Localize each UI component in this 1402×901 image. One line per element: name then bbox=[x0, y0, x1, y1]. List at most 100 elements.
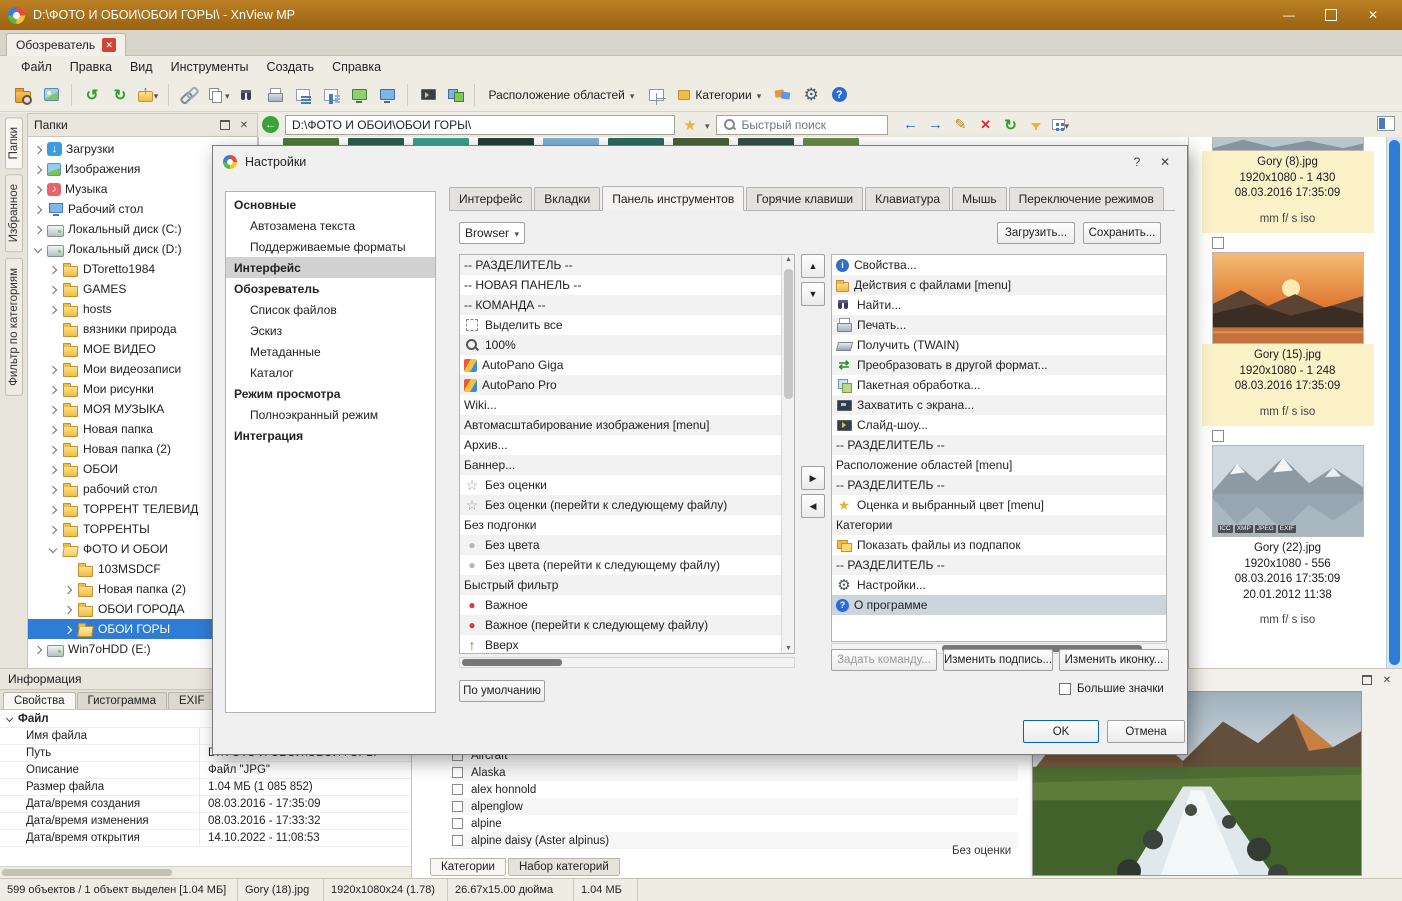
scrollbar-thumb[interactable] bbox=[784, 269, 793, 399]
settings-nav-режим-просмотра[interactable]: Режим просмотра bbox=[226, 383, 435, 404]
category-checkbox[interactable] bbox=[452, 767, 463, 778]
chevron-right-icon[interactable] bbox=[47, 424, 58, 435]
pin-icon[interactable] bbox=[218, 118, 232, 132]
big-icons-checkbox[interactable]: Большие значки bbox=[1059, 683, 1164, 695]
command-item[interactable]: -- РАЗДЕЛИТЕЛЬ -- bbox=[832, 555, 1166, 575]
chevron-right-icon[interactable] bbox=[62, 584, 73, 595]
command-item[interactable]: Оценка и выбранный цвет [menu] bbox=[832, 495, 1166, 515]
tab-browser[interactable]: Обозреватель bbox=[6, 33, 127, 56]
set-command-button[interactable]: Задать команду... bbox=[831, 649, 937, 671]
chevron-right-icon[interactable] bbox=[47, 504, 58, 515]
chevron-right-icon[interactable] bbox=[47, 364, 58, 375]
chevron-right-icon[interactable] bbox=[32, 204, 43, 215]
menu-item-справка[interactable]: Справка bbox=[323, 58, 390, 76]
chevron-right-icon[interactable] bbox=[47, 524, 58, 535]
toolbar-layout-cols-button[interactable] bbox=[318, 82, 344, 108]
available-commands-list[interactable]: -- РАЗДЕЛИТЕЛЬ -- -- НОВАЯ ПАНЕЛЬ -- -- КО… bbox=[459, 254, 795, 654]
category-item[interactable]: alpine bbox=[452, 815, 1018, 832]
dialog-help-button[interactable] bbox=[1125, 152, 1149, 172]
toolbar-redo-button[interactable] bbox=[107, 82, 133, 108]
command-item[interactable]: -- КОМАНДА -- bbox=[460, 295, 781, 315]
command-item[interactable]: 100% bbox=[460, 335, 781, 355]
float-panel-icon[interactable] bbox=[1360, 673, 1374, 687]
dialog-tab-горячие-клавиши[interactable]: Горячие клавиши bbox=[746, 187, 864, 210]
command-item[interactable]: -- НОВАЯ ПАНЕЛЬ -- bbox=[460, 275, 781, 295]
command-item[interactable]: -- РАЗДЕЛИТЕЛЬ -- bbox=[460, 255, 781, 275]
thumbnail-item[interactable]: Gory (8).jpg 1920x1080 - 1 430 08.03.2016 … bbox=[1201, 137, 1374, 233]
dialog-tab-переключение-режимов[interactable]: Переключение режимов bbox=[1008, 187, 1164, 210]
scrollbar-thumb[interactable] bbox=[462, 659, 562, 666]
categories-tab-категории[interactable]: Категории bbox=[430, 858, 506, 876]
edit-icon-button[interactable]: Изменить иконку... bbox=[1059, 649, 1169, 671]
dialog-tab-мышь[interactable]: Мышь bbox=[952, 187, 1007, 210]
command-item[interactable]: AutoPano Giga bbox=[460, 355, 781, 375]
address-view-grid-button[interactable] bbox=[1051, 118, 1070, 132]
chevron-right-icon[interactable] bbox=[47, 464, 58, 475]
load-button[interactable]: Загрузить... bbox=[997, 222, 1075, 244]
command-item[interactable]: Найти... bbox=[832, 295, 1166, 315]
cancel-button[interactable]: Отмена bbox=[1107, 720, 1185, 743]
settings-nav-основные[interactable]: Основные bbox=[226, 194, 435, 215]
favorites-star-icon[interactable] bbox=[681, 116, 699, 134]
command-item[interactable]: Действия с файлами [menu] bbox=[832, 275, 1166, 295]
command-item[interactable]: Настройки... bbox=[832, 575, 1166, 595]
settings-nav-обозреватель[interactable]: Обозреватель bbox=[226, 278, 435, 299]
info-hscrollbar[interactable] bbox=[0, 866, 411, 878]
chevron-right-icon[interactable] bbox=[47, 304, 58, 315]
toolbar-layout-list-button[interactable] bbox=[290, 82, 316, 108]
move-up-button[interactable] bbox=[801, 254, 825, 278]
settings-nav-автозамена-текста[interactable]: Автозамена текста bbox=[226, 215, 435, 236]
settings-nav-эскиз[interactable]: Эскиз bbox=[226, 320, 435, 341]
category-item[interactable]: Alaska bbox=[452, 764, 1018, 781]
command-item[interactable]: Автомасштабирование изображения [menu] bbox=[460, 415, 781, 435]
address-nav-forward-button[interactable] bbox=[927, 116, 945, 134]
command-item[interactable]: Показать файлы из подпапок bbox=[832, 535, 1166, 555]
thumbnail-checkbox[interactable] bbox=[1211, 430, 1224, 442]
close-button[interactable] bbox=[1352, 1, 1394, 29]
menu-item-создать[interactable]: Создать bbox=[258, 58, 324, 76]
sidebar-tab-фильтр-по-категориям[interactable]: Фильтр по категориям bbox=[4, 257, 23, 396]
command-item[interactable]: Захватить с экрана... bbox=[832, 395, 1166, 415]
save-button[interactable]: Сохранить... bbox=[1083, 222, 1161, 244]
command-item[interactable]: Без цвета bbox=[460, 535, 781, 555]
chevron-right-icon[interactable] bbox=[32, 144, 43, 155]
category-checkbox[interactable] bbox=[452, 835, 463, 846]
command-item[interactable]: Важное (перейти к следующему файлу) bbox=[460, 615, 781, 635]
chevron-right-icon[interactable] bbox=[47, 264, 58, 275]
chevron-down-icon[interactable] bbox=[32, 244, 43, 255]
add-command-button[interactable] bbox=[801, 466, 825, 490]
info-tab-exif[interactable]: EXIF bbox=[167, 692, 216, 709]
chevron-right-icon[interactable] bbox=[47, 444, 58, 455]
dialog-tab-вкладки[interactable]: Вкладки bbox=[534, 187, 601, 210]
thumbnails-scrollbar[interactable] bbox=[1386, 137, 1402, 668]
settings-nav-список-файлов[interactable]: Список файлов bbox=[226, 299, 435, 320]
command-item[interactable]: Слайд-шоу... bbox=[832, 415, 1166, 435]
chevron-right-icon[interactable] bbox=[47, 384, 58, 395]
toolbar-slideshow-button[interactable] bbox=[415, 82, 441, 108]
address-refresh-button[interactable] bbox=[1002, 116, 1020, 134]
close-panel-icon[interactable] bbox=[237, 118, 251, 132]
chevron-down-icon[interactable] bbox=[47, 544, 58, 555]
address-edit-button[interactable] bbox=[952, 116, 970, 134]
chevron-right-icon[interactable] bbox=[32, 184, 43, 195]
info-tab-гистограмма[interactable]: Гистограмма bbox=[76, 692, 167, 709]
thumbnail-item[interactable]: Gory (15).jpg 1920x1080 - 1 248 08.03.2016… bbox=[1201, 237, 1374, 426]
back-icon[interactable] bbox=[262, 116, 279, 133]
toolbar-settings-gear-button[interactable] bbox=[798, 82, 824, 108]
command-item[interactable]: Без цвета (перейти к следующему файлу) bbox=[460, 555, 781, 575]
path-input[interactable] bbox=[285, 114, 675, 135]
chevron-right-icon[interactable] bbox=[32, 224, 43, 235]
chevron-right-icon[interactable] bbox=[47, 284, 58, 295]
command-item[interactable]: AutoPano Pro bbox=[460, 375, 781, 395]
list-hscrollbar[interactable] bbox=[459, 657, 795, 668]
toolbar-parent-folder-button[interactable] bbox=[135, 82, 161, 108]
address-delete-button[interactable] bbox=[977, 116, 995, 134]
category-item[interactable]: alpine daisy (Aster alpinus) bbox=[452, 832, 1018, 849]
command-item[interactable]: Быстрый фильтр bbox=[460, 575, 781, 595]
chevron-right-icon[interactable] bbox=[62, 624, 73, 635]
chevron-right-icon[interactable] bbox=[32, 164, 43, 175]
scrollbar-thumb[interactable] bbox=[2, 869, 172, 876]
category-checkbox[interactable] bbox=[452, 801, 463, 812]
command-item[interactable]: Получить (TWAIN) bbox=[832, 335, 1166, 355]
command-item[interactable]: О программе bbox=[832, 595, 1166, 615]
